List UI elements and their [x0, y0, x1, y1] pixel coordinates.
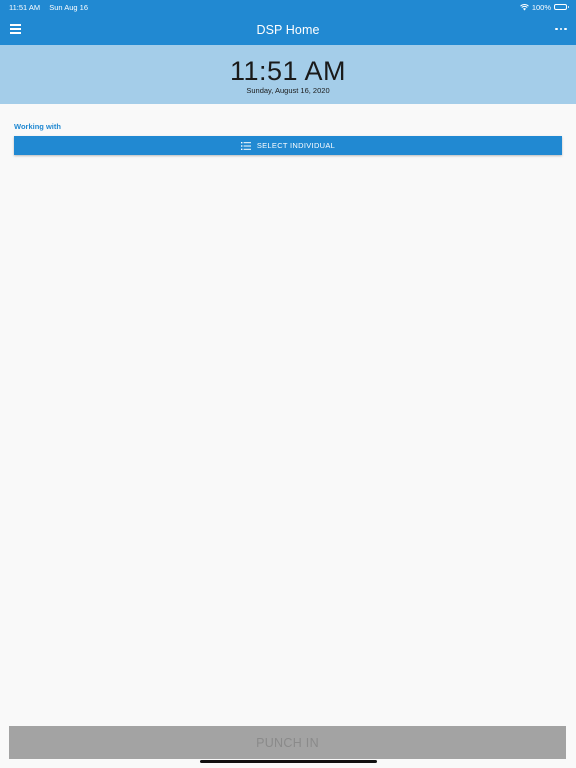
nav-bar: DSP Home: [0, 14, 576, 45]
status-date: Sun Aug 16: [49, 2, 89, 12]
list-icon: [240, 141, 251, 150]
battery-percent: 100%: [531, 2, 551, 12]
clock-time: 11:51 AM: [229, 56, 347, 86]
working-with-label: Working with: [14, 122, 61, 131]
clock-date: Sunday, August 16, 2020: [246, 86, 330, 95]
clock-panel: 11:51 AM Sunday, August 16, 2020: [0, 45, 576, 104]
status-time: 11:51 AM: [9, 2, 41, 12]
home-indicator[interactable]: [200, 760, 377, 763]
status-left: 11:51 AM Sun Aug 16: [9, 3, 95, 12]
more-horizontal-icon[interactable]: [555, 23, 567, 35]
punch-in-label: PUNCH IN: [256, 735, 319, 750]
hamburger-icon[interactable]: [10, 23, 22, 35]
status-right: 100%: [519, 2, 569, 12]
battery-icon: [554, 4, 569, 10]
punch-in-button[interactable]: PUNCH IN: [9, 726, 566, 759]
wifi-icon: [519, 3, 529, 10]
page-title: DSP Home: [256, 22, 320, 37]
status-bar: 11:51 AM Sun Aug 16 100%: [0, 0, 576, 14]
select-individual-label: SELECT INDIVIDUAL: [256, 141, 336, 150]
select-individual-button[interactable]: SELECT INDIVIDUAL: [14, 136, 562, 155]
